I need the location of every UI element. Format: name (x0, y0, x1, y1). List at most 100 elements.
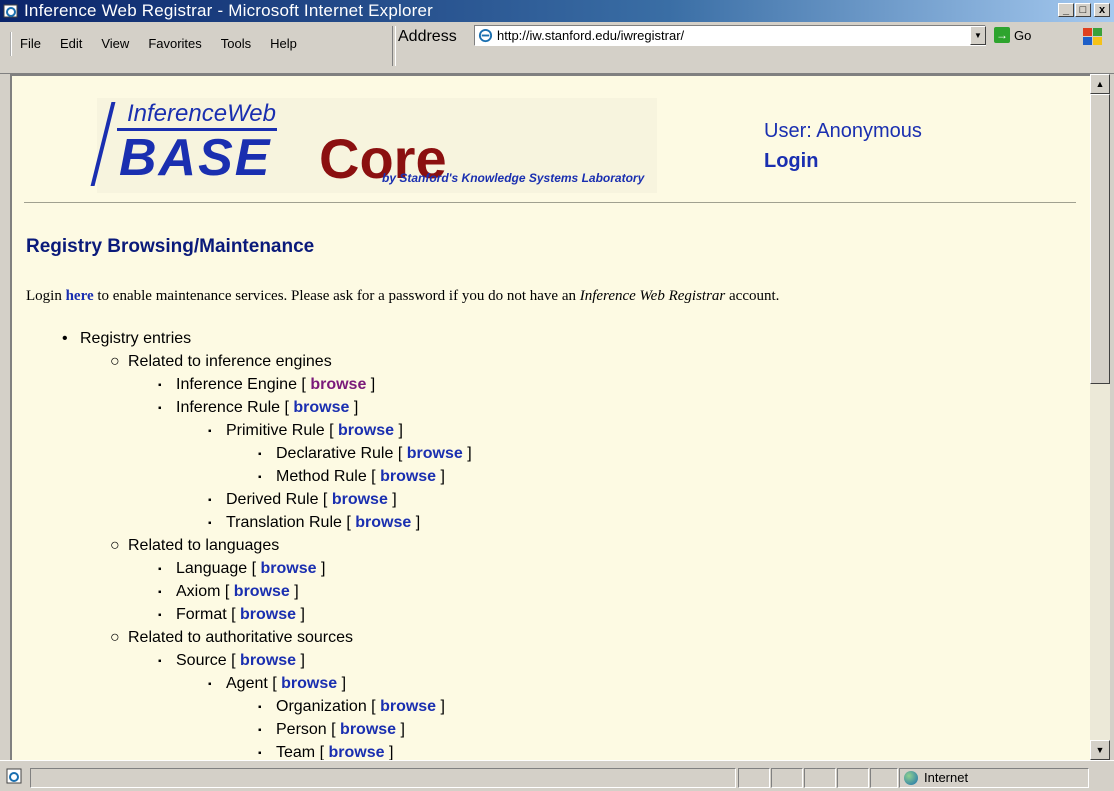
bullet-icon: ▪ (158, 380, 162, 391)
browse-link[interactable]: browse (407, 445, 463, 462)
status-page-icon (6, 768, 22, 784)
browse-link[interactable]: browse (240, 652, 296, 669)
tree-item-label: Team [ (276, 744, 325, 760)
tree-item-close: ] (398, 422, 403, 439)
close-button[interactable]: x (1094, 3, 1110, 17)
bullet-icon: ▪ (258, 472, 262, 483)
toolbar-separator (392, 26, 396, 66)
tree-item-label: Declarative Rule [ (276, 445, 403, 462)
tree-item-close: ] (294, 583, 299, 600)
tree-item: ▪ Translation Rule [ browse ] (208, 512, 420, 535)
bullet-icon: ▪ (258, 725, 262, 736)
address-dropdown-button[interactable]: ▼ (970, 26, 986, 45)
scroll-up-button[interactable]: ▲ (1090, 74, 1110, 94)
tree-item: ▪ Language [ browse ] (158, 558, 325, 581)
here-link[interactable]: here (66, 288, 94, 304)
tree-item-close: ] (392, 491, 397, 508)
tree-item-close: ] (370, 376, 376, 393)
menu-tools[interactable]: Tools (221, 32, 251, 56)
tree-item: • Registry entries (62, 328, 191, 350)
browse-link[interactable]: browse (234, 583, 290, 600)
divider (24, 202, 1076, 205)
bullet-icon: ○ (110, 353, 120, 370)
menu-view[interactable]: View (101, 32, 129, 56)
tree-item-close: ] (388, 744, 394, 760)
bullet-icon: ▪ (208, 679, 212, 690)
intro-italic: Inference Web Registrar (579, 288, 726, 304)
tree-item-close: ] (440, 468, 445, 485)
menu-file[interactable]: File (20, 32, 41, 56)
logo-byline: by Stanford's Knowledge Systems Laborato… (382, 171, 645, 185)
vertical-scrollbar[interactable]: ▲ ▼ (1090, 74, 1110, 760)
browse-link[interactable]: browse (340, 721, 396, 738)
login-link[interactable]: Login (764, 150, 818, 173)
bullet-icon: ○ (110, 537, 120, 554)
tree-item: ○ Related to languages (110, 535, 279, 557)
tree-item-label: Primitive Rule [ (226, 422, 334, 439)
tree-item: ○ Related to authoritative sources (110, 627, 353, 649)
browse-link[interactable]: browse (240, 606, 296, 623)
intro-text: Login here to enable maintenance service… (26, 288, 779, 305)
tree-item: ▪ Source [ browse ] (158, 650, 305, 673)
tree-item-close: ] (300, 652, 305, 669)
tree-item-label: Source [ (176, 652, 236, 669)
window-title: Inference Web Registrar - Microsoft Inte… (24, 1, 433, 20)
tree-item: ○ Related to inference engines (110, 351, 332, 373)
window-title-bar: Inference Web Registrar - Microsoft Inte… (0, 0, 1114, 22)
browse-link[interactable]: browse (310, 376, 366, 393)
ie-app-icon (3, 4, 18, 18)
menu-help[interactable]: Help (270, 32, 297, 56)
status-text-pane (30, 768, 736, 788)
tree-item-close: ] (321, 560, 326, 577)
logo-base: BASE (119, 129, 272, 187)
browse-link[interactable]: browse (355, 514, 411, 531)
address-field[interactable]: http://iw.stanford.edu/iwregistrar/ (474, 25, 986, 46)
browse-link[interactable]: browse (293, 399, 349, 416)
tree-item: ▪ Agent [ browse ] (208, 673, 346, 696)
tree-item: ▪ Method Rule [ browse ] (258, 466, 445, 489)
menu-favorites[interactable]: Favorites (148, 32, 201, 56)
address-url: http://iw.stanford.edu/iwregistrar/ (497, 28, 685, 43)
tree-item-label: Language [ (176, 560, 257, 577)
bullet-icon: ▪ (158, 610, 162, 621)
tree-item-label: Axiom [ (176, 583, 230, 600)
go-button[interactable]: → Go (992, 26, 1044, 46)
browse-link[interactable]: browse (380, 698, 436, 715)
tree-item-close: ] (353, 399, 359, 416)
tree-item-close: ] (415, 514, 421, 531)
bullet-icon: ▪ (208, 426, 212, 437)
browse-link[interactable]: browse (380, 468, 436, 485)
browse-link[interactable]: browse (338, 422, 394, 439)
scroll-thumb[interactable] (1090, 94, 1110, 384)
tree-item: ▪ Person [ browse ] (258, 719, 405, 742)
bullet-icon: ▪ (258, 748, 262, 759)
globe-icon (904, 771, 918, 785)
bullet-icon: ▪ (258, 702, 262, 713)
windows-logo-icon (1083, 28, 1102, 45)
zone-label: Internet (924, 770, 969, 785)
status-pane-3 (804, 768, 836, 788)
menu-edit[interactable]: Edit (60, 32, 82, 56)
browse-link[interactable]: browse (332, 491, 388, 508)
minimize-button[interactable]: _ (1058, 3, 1074, 17)
tree-item-label: Format [ (176, 606, 236, 623)
intro-pre: Login (26, 288, 62, 304)
logo-inferenceweb: InferenceWeb (127, 100, 276, 127)
tree-item-label: Inference Engine [ (176, 376, 306, 393)
status-bar: Internet (0, 760, 1114, 791)
bullet-icon: ▪ (258, 449, 262, 460)
scroll-down-button[interactable]: ▼ (1090, 740, 1110, 760)
browse-link[interactable]: browse (328, 744, 384, 760)
bullet-icon: ○ (110, 629, 120, 646)
tree-item-close: ] (400, 721, 405, 738)
status-pane-1 (738, 768, 770, 788)
go-arrow-icon: → (994, 27, 1010, 43)
tree-item-label: Organization [ (276, 698, 376, 715)
tree-item-label: Agent [ (226, 675, 277, 692)
browse-link[interactable]: browse (281, 675, 337, 692)
security-zone: Internet (899, 768, 1089, 788)
tree-item-label: Method Rule [ (276, 468, 376, 485)
page-icon (478, 28, 493, 43)
browse-link[interactable]: browse (261, 560, 317, 577)
maximize-button[interactable]: □ (1075, 3, 1091, 17)
